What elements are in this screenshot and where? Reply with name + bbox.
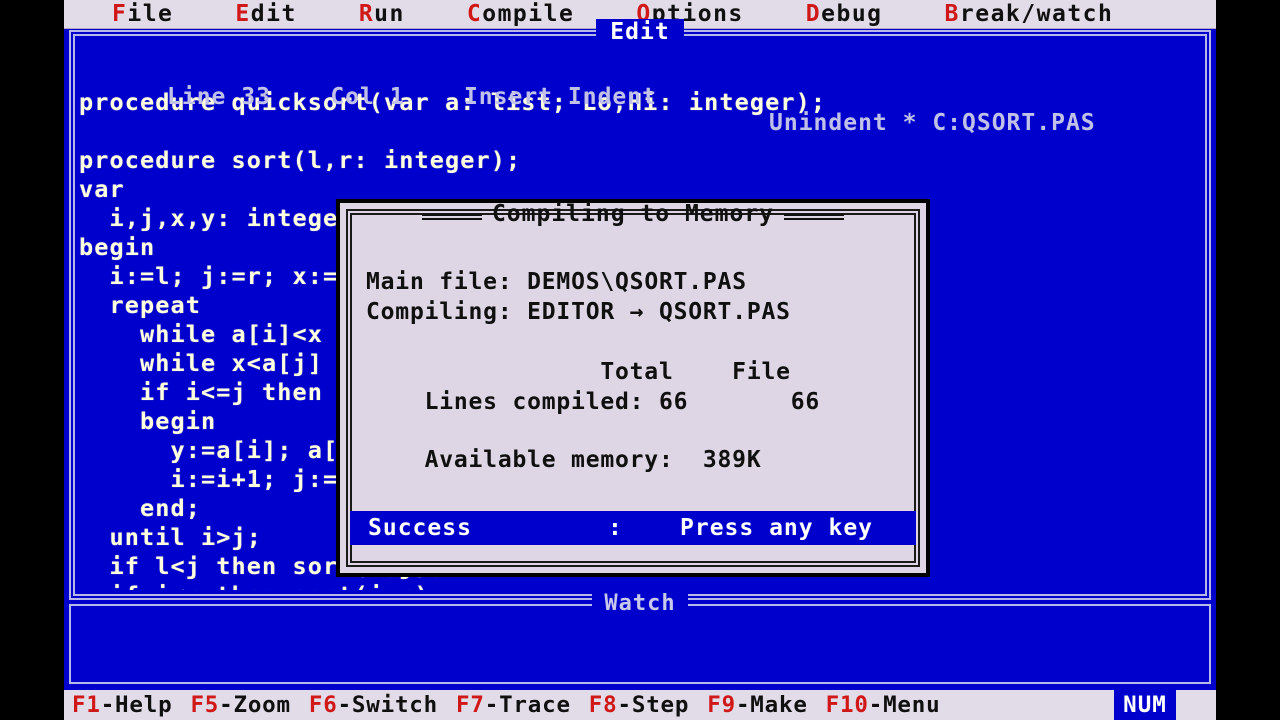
compiling-row: Compiling: EDITOR → QSORT.PAS xyxy=(366,297,791,327)
dos-video-area: File Edit Run Compile Options Debug Brea… xyxy=(64,0,1216,720)
letterbox-left xyxy=(0,0,64,720)
edit-window-title: Edit xyxy=(69,19,1211,45)
status-key-f7-desc: -Trace xyxy=(484,692,571,718)
status-key-f1-label: F1 xyxy=(72,692,101,718)
totals-column-headers: Total File xyxy=(366,359,791,385)
status-key-f10-menu[interactable]: F10-Menu xyxy=(826,692,941,718)
compile-status-text: Success xyxy=(368,515,472,541)
status-key-f1-help[interactable]: F1-Help xyxy=(72,692,172,718)
status-key-f6-switch[interactable]: F6-Switch xyxy=(309,692,438,718)
status-key-f9-desc: -Make xyxy=(735,692,808,718)
main-file-label: Main file: xyxy=(366,269,513,295)
status-key-f6-label: F6 xyxy=(308,692,338,718)
status-key-f9-label: F9 xyxy=(707,692,736,718)
editor-position-status: Line 33 Col 1 Insert Indent xyxy=(167,84,657,110)
status-key-f10-label: F10 xyxy=(825,692,869,718)
main-file-value: DEMOS\QSORT.PAS xyxy=(527,269,747,295)
status-key-f5-desc: -Zoom xyxy=(219,692,291,718)
edit-window-title-text: Edit xyxy=(596,19,684,45)
status-key-f5-label: F5 xyxy=(190,692,220,718)
status-key-f10-desc: -Menu xyxy=(868,692,941,718)
code-line: procedure sort(l,r: integer); xyxy=(79,146,522,174)
compile-status-separator: : xyxy=(608,515,623,541)
title-rule-right-icon xyxy=(784,213,845,216)
available-memory-row: Available memory: 389K xyxy=(366,447,762,473)
editor-file-status: Unindent * C:QSORT.PAS xyxy=(769,110,1096,136)
compile-dialog-title-text: Compiling to Memory xyxy=(491,201,775,227)
compile-status-bar[interactable]: Success : Press any key xyxy=(350,511,916,545)
title-rule-left-icon xyxy=(421,213,482,216)
letterbox-right xyxy=(1216,0,1280,720)
status-key-f8-label: F8 xyxy=(588,692,618,718)
status-key-f9-make[interactable]: F9-Make xyxy=(707,692,807,718)
compile-dialog-body: Main file: DEMOS\QSORT.PAS Compiling: ED… xyxy=(356,239,910,521)
compiling-value: EDITOR → QSORT.PAS xyxy=(527,299,791,325)
status-key-f1-desc: -Help xyxy=(100,692,173,718)
status-key-f5-zoom[interactable]: F5-Zoom xyxy=(190,692,290,718)
compile-dialog[interactable]: Compiling to Memory Main file: DEMOS\QSO… xyxy=(336,199,930,577)
status-key-f7-label: F7 xyxy=(456,692,485,718)
screen: File Edit Run Compile Options Debug Brea… xyxy=(0,0,1280,720)
main-file-row: Main file: DEMOS\QSORT.PAS xyxy=(366,267,747,297)
compiling-label: Compiling: xyxy=(366,299,513,325)
code-line: if i<r then sort(i,r); xyxy=(79,581,1205,590)
compile-dialog-title: Compiling to Memory xyxy=(336,202,930,226)
status-bar: F1-Help F5-Zoom F6-Switch F7-Trace F8-St… xyxy=(64,690,1216,720)
press-any-key-prompt: Press any key xyxy=(680,515,874,541)
status-key-f8-desc: -Step xyxy=(617,692,690,718)
status-key-f6-desc: -Switch xyxy=(337,692,439,718)
status-key-f7-trace[interactable]: F7-Trace xyxy=(456,692,571,718)
editor-status-line: Line 33 Col 1 Insert Indent Unindent * C… xyxy=(79,58,1199,136)
watch-list[interactable] xyxy=(73,608,1207,680)
num-lock-indicator: NUM xyxy=(1114,690,1176,720)
watch-window[interactable]: Watch xyxy=(69,591,1211,684)
status-key-f8-step[interactable]: F8-Step xyxy=(589,692,689,718)
lines-compiled-row: Lines compiled: 66 66 xyxy=(366,389,821,415)
